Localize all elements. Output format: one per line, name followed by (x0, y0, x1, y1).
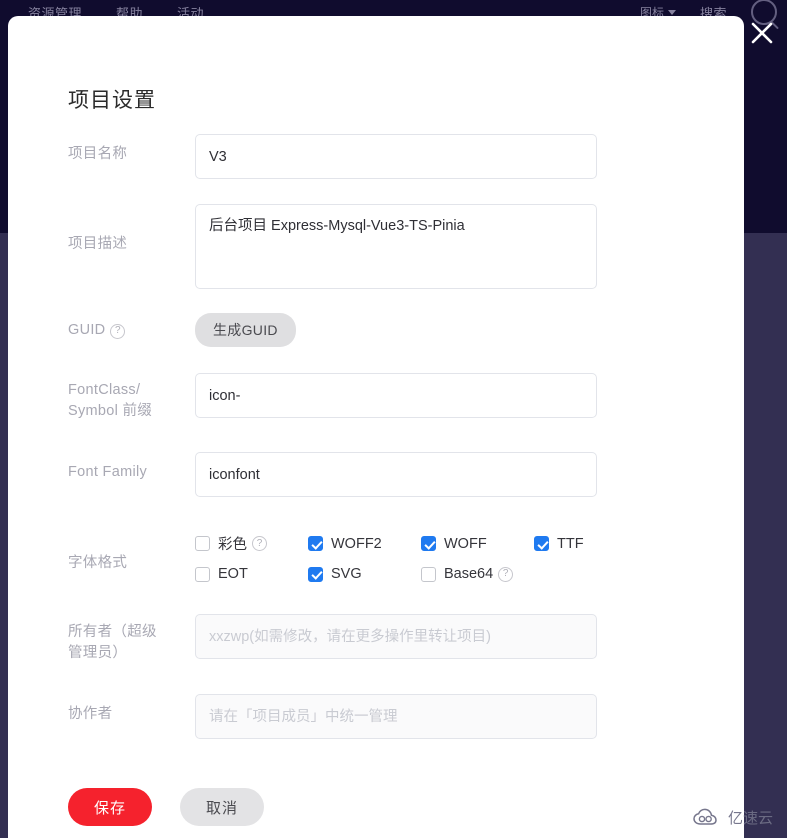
label-fontclass-prefix: FontClass/ Symbol 前缀 (68, 373, 195, 422)
checkbox-eot-label: EOT (218, 566, 248, 582)
checkbox-color-label: 彩色 (218, 537, 247, 553)
save-button[interactable]: 保存 (68, 788, 152, 826)
checkbox-woff[interactable]: WOFF (421, 536, 534, 552)
close-icon (751, 22, 773, 44)
checkbox-svg-label: SVG (331, 566, 362, 582)
label-owner-line2: 管理员） (68, 645, 128, 661)
screen: 资源管理 帮助 活动 图标 搜索 项目设置 项目名称 V3 项目描述 后台项目 … (0, 0, 787, 838)
label-font-family: Font Family (68, 464, 148, 480)
label-guid-text: GUID (68, 322, 106, 338)
font-format-checkbox-grid: 彩色 ? WOFF2 WOFF TTF EOT SVG Base64 ? (195, 527, 744, 582)
watermark: 亿速云 (693, 807, 773, 828)
checkbox-color[interactable]: 彩色 ? (195, 533, 308, 554)
checkbox-ttf-box[interactable] (534, 536, 549, 551)
form-row-fontclass-prefix: FontClass/ Symbol 前缀 (8, 373, 744, 422)
font-format-row-2: EOT SVG Base64 ? (195, 566, 744, 582)
form-row-font-family: Font Family (8, 452, 744, 497)
checkbox-svg-box[interactable] (308, 566, 323, 582)
field-owner (195, 614, 744, 659)
cloud-logo-icon (693, 808, 717, 825)
field-project-name (195, 134, 744, 179)
label-font-formats: 字体格式 (68, 555, 128, 571)
project-desc-textarea[interactable] (195, 204, 597, 289)
checkbox-svg[interactable]: SVG (308, 566, 421, 582)
checkbox-eot[interactable]: EOT (195, 566, 308, 582)
form-row-collaborators: 协作者 (8, 694, 744, 739)
dialog-footer: 保存 取消 (68, 788, 264, 826)
close-button[interactable] (745, 16, 779, 50)
color-help-icon[interactable]: ? (252, 536, 267, 551)
dialog-title: 项目设置 (68, 89, 156, 112)
field-collaborators (195, 694, 744, 739)
label-project-name: 项目名称 (68, 146, 128, 162)
checkbox-woff-box[interactable] (421, 536, 436, 551)
base64-help-icon[interactable]: ? (498, 566, 514, 582)
owner-input[interactable] (195, 614, 597, 659)
form-row-guid: GUID? 生成GUID (8, 313, 744, 347)
label-fontclass-prefix-line1: FontClass/ (68, 382, 141, 398)
label-guid: GUID? (68, 313, 195, 341)
label-owner: 所有者（超级 管理员） (68, 614, 195, 664)
label-fontclass-prefix-line2: Symbol 前缀 (68, 403, 153, 419)
field-guid: 生成GUID (195, 313, 744, 347)
label-project-desc: 项目描述 (68, 236, 128, 252)
checkbox-ttf-label: TTF (557, 535, 584, 552)
generate-guid-button[interactable]: 生成GUID (195, 313, 296, 347)
project-settings-form: 项目名称 项目描述 GUID? 生成GUID (8, 134, 744, 739)
checkbox-woff2-label: WOFF2 (331, 535, 382, 552)
checkbox-woff2[interactable]: WOFF2 (308, 536, 421, 552)
label-collaborators: 协作者 (68, 706, 113, 722)
form-row-owner: 所有者（超级 管理员） (8, 614, 744, 664)
font-format-row-1: 彩色 ? WOFF2 WOFF TTF (195, 533, 744, 554)
checkbox-ttf[interactable]: TTF (534, 536, 584, 552)
checkbox-color-box[interactable] (195, 536, 210, 551)
checkbox-woff2-box[interactable] (308, 536, 323, 551)
watermark-text: 亿速云 (727, 810, 773, 827)
form-row-font-formats: 字体格式 彩色 ? WOFF2 WOFF TTF EOT SVG Base64 … (8, 527, 744, 594)
cancel-button[interactable]: 取消 (180, 788, 264, 826)
chevron-down-icon (667, 10, 676, 15)
label-owner-line1: 所有者（超级 (68, 624, 157, 640)
checkbox-base64-box[interactable] (421, 566, 436, 582)
guid-help-icon[interactable]: ? (110, 323, 126, 339)
checkbox-woff-label: WOFF (444, 535, 487, 552)
field-font-family (195, 452, 744, 497)
collaborators-input[interactable] (195, 694, 597, 739)
project-settings-dialog: 项目设置 项目名称 项目描述 GUID? (8, 16, 744, 838)
field-font-formats: 彩色 ? WOFF2 WOFF TTF EOT SVG Base64 ? (195, 527, 744, 594)
checkbox-base64-label: Base64 (444, 566, 494, 582)
checkbox-eot-box[interactable] (195, 566, 210, 582)
font-family-input[interactable] (195, 452, 597, 497)
project-name-input[interactable] (195, 134, 597, 179)
form-row-project-name: 项目名称 (8, 134, 744, 179)
fontclass-prefix-input[interactable] (195, 373, 597, 418)
form-row-project-desc: 项目描述 (8, 204, 744, 289)
checkbox-base64[interactable]: Base64 ? (421, 566, 514, 582)
field-project-desc (195, 204, 744, 289)
field-fontclass-prefix (195, 373, 744, 418)
